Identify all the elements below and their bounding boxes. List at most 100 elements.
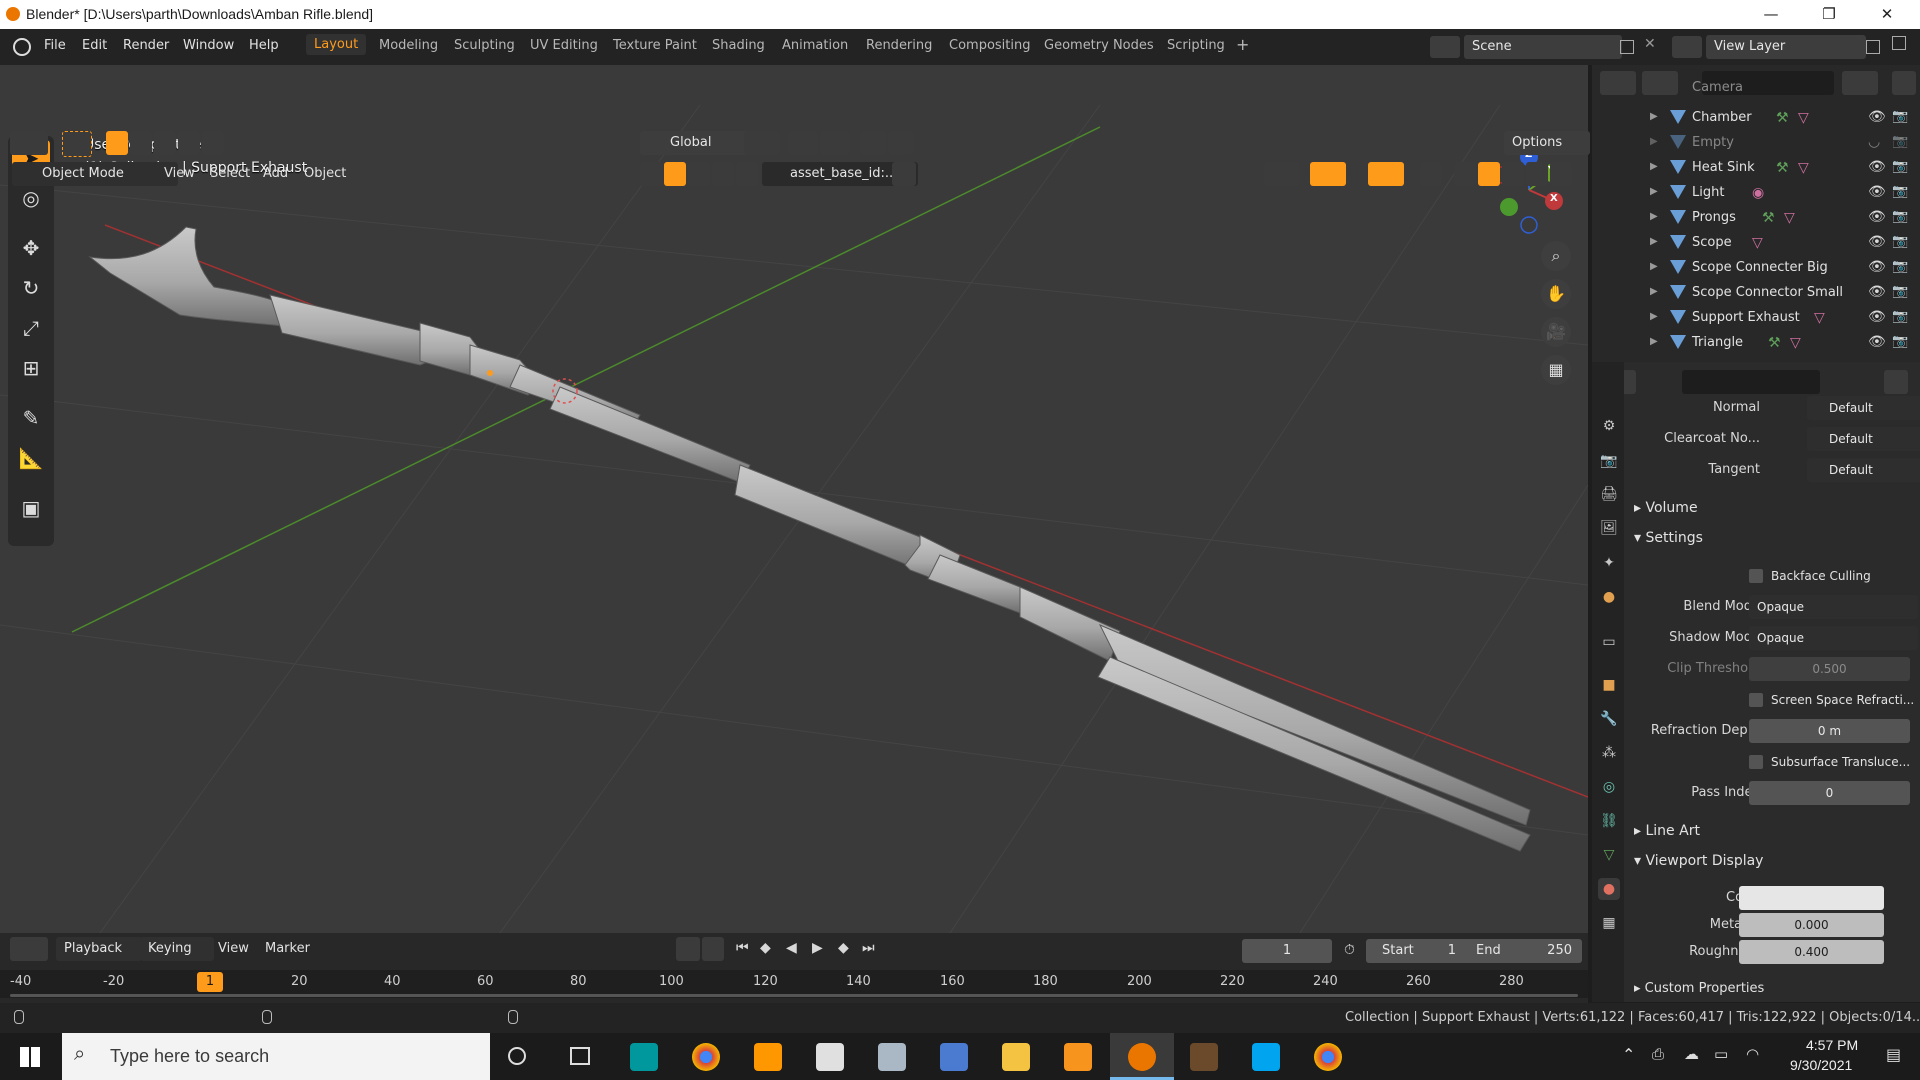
eye-visibility-icon[interactable]: 👁 (1868, 209, 1886, 225)
menu-render[interactable]: Render (123, 38, 169, 53)
ortho-grid-icon[interactable]: ▦ (1541, 355, 1571, 385)
snap-icon[interactable] (788, 131, 818, 155)
tray-device-icon[interactable]: ⎙ (1652, 1045, 1664, 1063)
outliner-row-heat-sink[interactable]: ▶ Heat Sink ⚒ ▽ 👁 📷 (1592, 156, 1920, 181)
rotate-tool-icon[interactable]: ↻ (12, 270, 50, 306)
eye-visibility-icon[interactable]: 👁 (1868, 284, 1886, 300)
scene-copy-icon[interactable] (1620, 40, 1634, 54)
filter-camera-icon[interactable] (736, 162, 758, 186)
measure-tool-icon[interactable]: 📐 (12, 440, 50, 476)
filter-world-icon[interactable] (712, 162, 734, 186)
outliner-row-light[interactable]: ▶ Light ◉ 👁 📷 (1592, 181, 1920, 206)
render-camera-icon[interactable]: 📷 (1892, 134, 1908, 149)
3d-viewport[interactable]: ➤ ◎ ✥ ↻ ⤢ ⊞ ✎ 📐 ▣ User Perspective (1) C… (0, 65, 1588, 933)
eye-visibility-icon[interactable]: 👁 (1868, 334, 1886, 350)
editor-type-icon[interactable] (10, 131, 48, 155)
timeline-menu-view[interactable]: View (218, 941, 249, 956)
scale-tool-icon[interactable]: ⤢ (12, 310, 50, 346)
tab-scripting[interactable]: Scripting (1167, 38, 1225, 53)
overlay-toggle-icon[interactable] (1368, 162, 1404, 186)
shading-material-icon[interactable] (1502, 162, 1524, 186)
filter-light-icon[interactable] (688, 162, 710, 186)
tab-modeling[interactable]: Modeling (379, 38, 438, 53)
expand-arrow-icon[interactable]: ▶ (1650, 261, 1658, 272)
object-tab-icon[interactable]: ■ (1598, 674, 1620, 696)
tray-chevron-icon[interactable]: ⌃ (1622, 1045, 1635, 1064)
blender-app-icon[interactable] (1128, 1043, 1156, 1071)
outliner-row-scope[interactable]: ▶ Scope ▽ 👁 📷 (1592, 231, 1920, 256)
pan-hand-icon[interactable]: ✋ (1541, 279, 1571, 309)
subsurface-translucency-checkbox[interactable] (1749, 755, 1763, 769)
metallic-field[interactable]: 0.000 (1739, 913, 1884, 937)
chrome-profile-app-icon[interactable] (1314, 1043, 1342, 1071)
tab-compositing[interactable]: Compositing (949, 38, 1031, 53)
blend-mode-dropdown[interactable]: Opaque (1749, 595, 1918, 619)
eye-visibility-icon[interactable]: 👁 (1868, 159, 1886, 175)
render-camera-icon[interactable]: 📷 (1892, 284, 1908, 299)
expand-arrow-icon[interactable]: ▶ (1650, 111, 1658, 122)
minimize-button[interactable]: — (1742, 0, 1800, 29)
modifier-wrench-icon[interactable]: ⚒ (1776, 110, 1789, 126)
eye-hidden-icon[interactable]: ◡ (1868, 134, 1880, 150)
proportional-edit-icon[interactable] (860, 131, 886, 155)
tray-time[interactable]: 4:57 PM (1806, 1037, 1858, 1053)
view-layer-close-icon[interactable] (1892, 36, 1906, 50)
tab-layout[interactable]: Layout (306, 34, 367, 55)
outliner-row-scope-connector-small[interactable]: ▶ Scope Connector Small 👁 📷 (1592, 281, 1920, 306)
notifications-icon[interactable]: ▤ (1886, 1045, 1901, 1064)
viewport-display-panel-header[interactable]: ▾ Viewport Display (1634, 853, 1763, 869)
pivot-point-icon[interactable] (744, 131, 780, 155)
timeline-menu-marker[interactable]: Marker (265, 941, 310, 956)
navigation-gizmo[interactable]: Z Y X (1484, 145, 1574, 235)
preview-range-icon[interactable]: ⏱ (1344, 942, 1355, 958)
eye-visibility-icon[interactable]: 👁 (1868, 309, 1886, 325)
render-camera-icon[interactable]: 📷 (1892, 109, 1908, 124)
menu-view[interactable]: View (164, 166, 195, 181)
settings-panel-header[interactable]: ▾ Settings (1634, 530, 1703, 546)
timeline-scrollbar[interactable] (10, 994, 1578, 997)
prev-keyframe-icon[interactable]: ◆ (760, 940, 771, 956)
tray-cloud-icon[interactable]: ☁ (1684, 1045, 1699, 1063)
add-workspace-icon[interactable]: + (1236, 35, 1249, 54)
options-dropdown[interactable]: Options (1504, 131, 1590, 155)
blender-menu-icon[interactable] (13, 38, 31, 56)
task-view-icon[interactable] (570, 1047, 590, 1065)
end-frame-field[interactable]: End 250 (1460, 939, 1582, 963)
pass-index-field[interactable]: 0 (1749, 781, 1910, 805)
select-mode-extend-icon[interactable] (130, 131, 152, 155)
light-data-icon[interactable]: ◉ (1752, 185, 1764, 201)
outliner-row-chamber[interactable]: ▶ Chamber ⚒ ▽ 👁 📷 (1592, 106, 1920, 131)
render-camera-icon[interactable]: 📷 (1892, 234, 1908, 249)
object-mode-dropdown[interactable]: Object Mode (12, 162, 178, 186)
menu-object[interactable]: Object (304, 166, 346, 181)
expand-arrow-icon[interactable]: ▶ (1650, 311, 1658, 322)
playhead-marker[interactable]: 1 (197, 972, 223, 992)
tab-animation[interactable]: Animation (782, 38, 848, 53)
render-camera-icon[interactable]: 📷 (1892, 309, 1908, 324)
output-tab-icon[interactable]: 🖨 (1598, 483, 1620, 505)
tray-wifi-icon[interactable]: ◠ (1746, 1045, 1759, 1063)
rifle-model[interactable] (88, 226, 1531, 852)
mesh-data-icon[interactable]: ▽ (1814, 310, 1825, 326)
arduino-app-icon[interactable] (630, 1043, 658, 1071)
chrome-app-icon[interactable] (692, 1043, 720, 1071)
snap-target-icon[interactable] (820, 131, 850, 155)
render-camera-icon[interactable]: 📷 (1892, 209, 1908, 224)
menu-help[interactable]: Help (249, 38, 279, 53)
annotate-tool-icon[interactable]: ✎ (12, 400, 50, 436)
falloff-icon[interactable] (888, 131, 914, 155)
tab-shading[interactable]: Shading (712, 38, 765, 53)
volume-panel-header[interactable]: ▸ Volume (1634, 500, 1698, 516)
modifier-wrench-icon[interactable]: ⚒ (1768, 335, 1781, 351)
menu-select[interactable]: Select (210, 166, 250, 181)
minecraft-app-icon[interactable] (1190, 1043, 1218, 1071)
menu-edit[interactable]: Edit (82, 38, 107, 53)
fusion-app-icon[interactable] (1064, 1043, 1092, 1071)
scene-icon[interactable] (1430, 36, 1460, 58)
play-reverse-icon[interactable]: ◀ (786, 940, 797, 956)
current-frame-field[interactable]: 1 (1242, 939, 1332, 963)
gizmo-toggle-icon[interactable] (1310, 162, 1346, 186)
next-keyframe-icon[interactable]: ◆ (838, 940, 849, 956)
render-camera-icon[interactable]: 📷 (1892, 259, 1908, 274)
jump-end-icon[interactable]: ⏭ (862, 940, 875, 956)
